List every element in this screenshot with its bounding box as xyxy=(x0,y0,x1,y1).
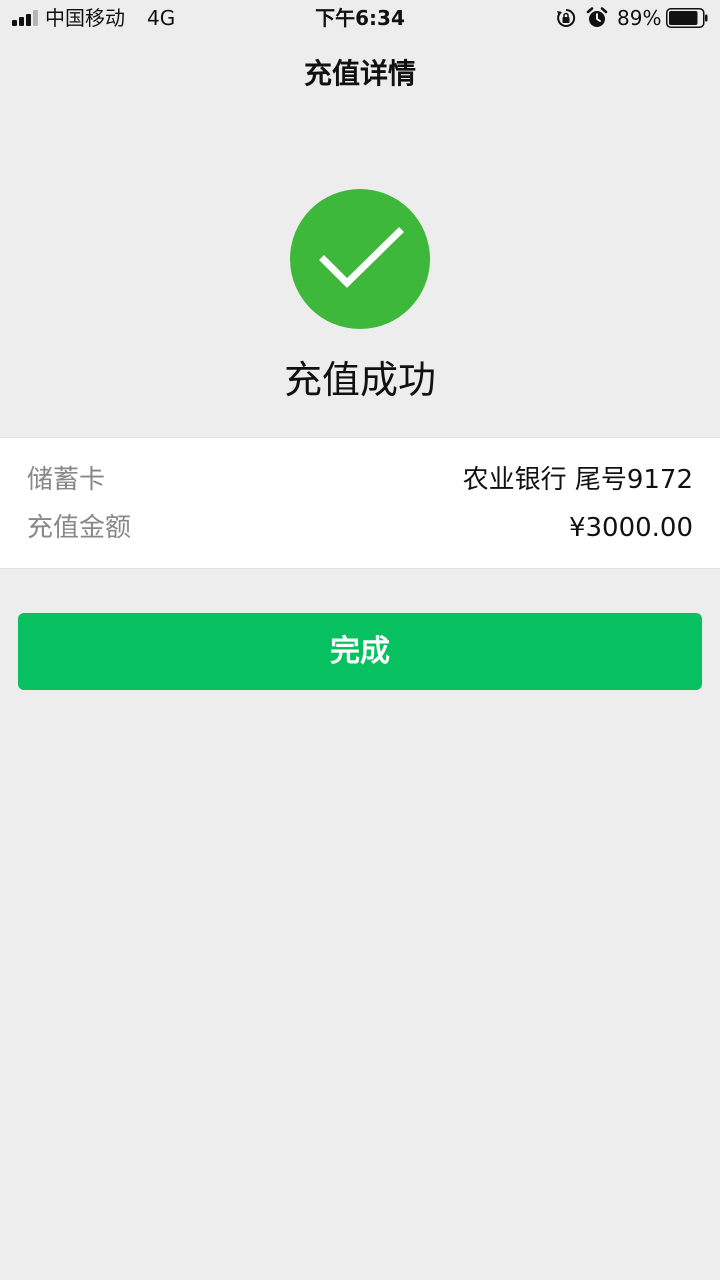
debit-card-label: 储蓄卡 xyxy=(27,465,106,495)
status-bar: 中国移动 4G 下午6:34 89% xyxy=(0,0,720,36)
done-button[interactable]: 完成 xyxy=(18,613,702,690)
alarm-icon xyxy=(586,7,608,27)
check-circle-icon xyxy=(290,189,430,329)
status-time: 下午6:34 xyxy=(315,6,405,30)
rotation-lock-icon xyxy=(557,8,576,27)
recharge-amount-label: 充值金额 xyxy=(27,513,132,543)
battery-icon xyxy=(666,8,708,28)
battery-percent: 89% xyxy=(617,6,662,30)
debit-card-value: 农业银行 尾号9172 xyxy=(462,465,693,495)
detail-panel: 储蓄卡 农业银行 尾号9172 充值金额 ¥3000.00 xyxy=(0,437,720,569)
recharge-amount-value: ¥3000.00 xyxy=(568,513,693,543)
success-message: 充值成功 xyxy=(283,358,436,402)
page-title: 充值详情 xyxy=(303,57,416,90)
debit-card-row: 储蓄卡 农业银行 尾号9172 xyxy=(27,460,693,500)
recharge-amount-row: 充值金额 ¥3000.00 xyxy=(27,508,693,548)
